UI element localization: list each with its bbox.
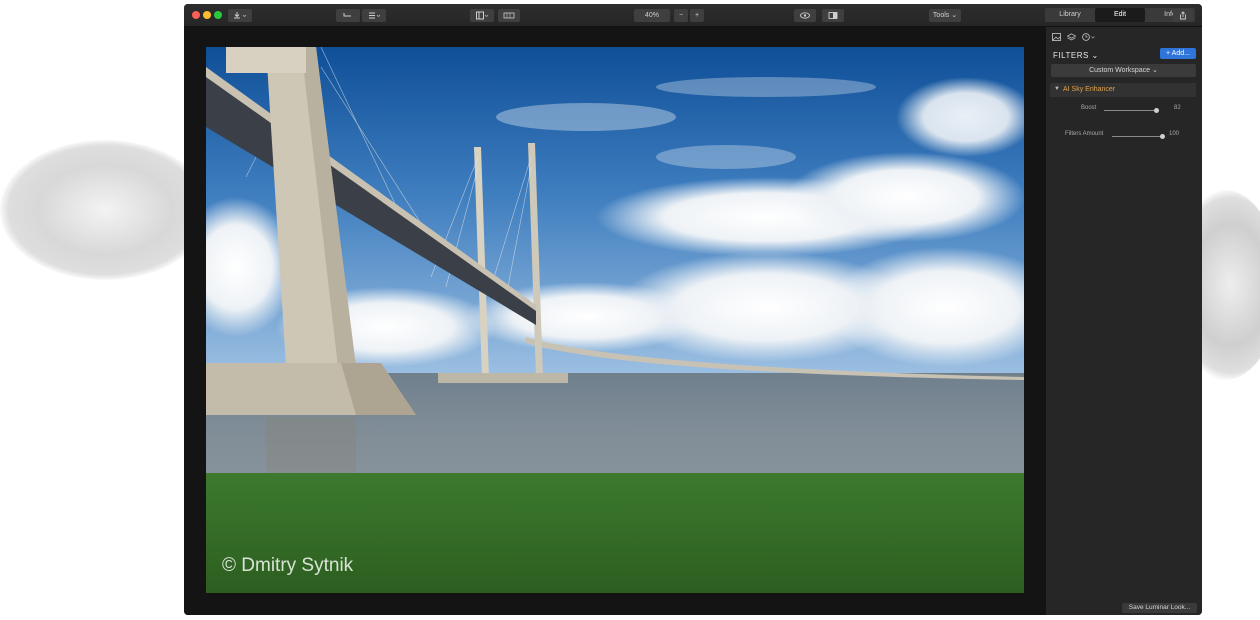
filters-amount-track[interactable] bbox=[1112, 136, 1162, 137]
panel-icon-row bbox=[1052, 32, 1096, 42]
minimize-window-button[interactable] bbox=[203, 11, 211, 19]
save-luminar-look-button[interactable]: Save Luminar Look... bbox=[1122, 603, 1197, 613]
top-toolbar: 40% − + Tools ⌄ Library Edit Info bbox=[184, 4, 1202, 27]
zoom-window-button[interactable] bbox=[214, 11, 222, 19]
add-filter-button[interactable]: + Add... bbox=[1160, 48, 1196, 59]
undo-button[interactable] bbox=[336, 9, 360, 22]
bridge-photo[interactable]: © Dmitry Sytnik bbox=[206, 47, 1024, 593]
zoom-level-select[interactable]: 40% bbox=[634, 9, 670, 22]
sidebar-layout-icon bbox=[476, 11, 489, 20]
download-icon bbox=[234, 12, 247, 19]
image-icon[interactable] bbox=[1052, 33, 1061, 41]
filmstrip-icon bbox=[503, 12, 515, 19]
image-canvas: © Dmitry Sytnik bbox=[184, 27, 1046, 615]
collapse-arrow-icon[interactable]: ▼ bbox=[1054, 86, 1060, 92]
layers-icon[interactable] bbox=[1067, 33, 1076, 41]
workspace-select[interactable]: Custom Workspace ⌄ bbox=[1051, 64, 1196, 77]
import-button[interactable] bbox=[228, 9, 252, 22]
photo-watermark: © Dmitry Sytnik bbox=[222, 555, 354, 576]
filters-amount-label: Filters Amount bbox=[1065, 131, 1104, 137]
tab-edit[interactable]: Edit bbox=[1095, 8, 1145, 22]
boost-label: Boost bbox=[1081, 105, 1097, 111]
compare-icon bbox=[828, 12, 838, 19]
filters-amount-value: 100 bbox=[1169, 131, 1180, 137]
decorative-cloud-left bbox=[0, 140, 210, 280]
boost-value: 82 bbox=[1174, 105, 1181, 111]
filters-amount-thumb[interactable] bbox=[1160, 134, 1165, 139]
boost-slider-track[interactable] bbox=[1104, 110, 1158, 111]
filters-heading[interactable]: FILTERS ⌄ bbox=[1053, 51, 1099, 60]
share-button[interactable] bbox=[1173, 9, 1193, 22]
filters-amount-row: Filters Amount 100 bbox=[1046, 131, 1202, 141]
close-window-button[interactable] bbox=[192, 11, 200, 19]
compare-button[interactable] bbox=[822, 9, 844, 22]
share-icon bbox=[1180, 11, 1186, 20]
history-menu-button[interactable] bbox=[362, 9, 386, 22]
filter-ai-sky-enhancer[interactable]: ▼ AI Sky Enhancer bbox=[1050, 83, 1196, 97]
preview-toggle-button[interactable] bbox=[794, 9, 816, 22]
luminar-window: 40% − + Tools ⌄ Library Edit Info © Dmit… bbox=[184, 4, 1202, 615]
undo-icon bbox=[343, 13, 351, 17]
layout-toggle-button[interactable] bbox=[470, 9, 494, 22]
history-clock-icon[interactable] bbox=[1082, 33, 1096, 41]
filter-name: AI Sky Enhancer bbox=[1063, 86, 1116, 93]
tab-library[interactable]: Library bbox=[1045, 8, 1095, 22]
filters-panel: FILTERS ⌄ + Add... Custom Workspace ⌄ ▼ … bbox=[1046, 27, 1202, 615]
boost-slider-row: Boost 82 bbox=[1046, 105, 1202, 115]
boost-slider-thumb[interactable] bbox=[1154, 108, 1159, 113]
filmstrip-button[interactable] bbox=[498, 9, 520, 22]
zoom-out-button[interactable]: − bbox=[674, 9, 688, 22]
eye-icon bbox=[800, 12, 810, 19]
tools-menu-button[interactable]: Tools ⌄ bbox=[929, 9, 961, 22]
list-icon bbox=[369, 12, 381, 19]
zoom-in-button[interactable]: + bbox=[690, 9, 704, 22]
photo-image bbox=[206, 47, 1024, 593]
